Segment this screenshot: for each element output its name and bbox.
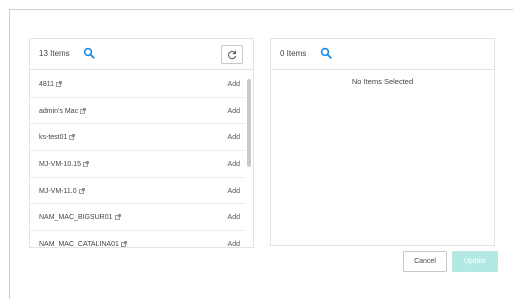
external-link-icon[interactable] — [78, 187, 85, 194]
list-item: NAM_MAC_BIGSUR01 Add — [30, 204, 245, 232]
cancel-button[interactable]: Cancel — [403, 251, 447, 272]
refresh-button[interactable] — [221, 45, 243, 64]
add-button[interactable]: Add — [228, 241, 240, 247]
available-items-count: 13 Items — [39, 49, 70, 58]
external-link-icon[interactable] — [114, 214, 121, 221]
add-button[interactable]: Add — [228, 188, 240, 195]
item-name: admin's Mac — [39, 108, 86, 115]
list-item: MJ-VM-11.0 Add — [30, 178, 245, 205]
item-name: 4811 — [39, 81, 62, 88]
search-icon[interactable] — [83, 47, 95, 59]
selected-items-header: 0 Items — [271, 39, 494, 70]
available-items-header: 13 Items — [30, 39, 253, 70]
external-link-icon[interactable] — [56, 81, 62, 87]
scrollbar-thumb[interactable] — [247, 79, 251, 167]
external-link-icon[interactable] — [69, 134, 76, 141]
item-name-text: MJ-VM-11.0 — [39, 187, 77, 195]
item-name-text: NAM_MAC_CATALINA01 — [39, 241, 119, 248]
item-name-text: 4811 — [39, 81, 55, 88]
add-button[interactable]: Add — [228, 214, 240, 221]
item-name: ks-test01 — [39, 134, 76, 142]
add-button[interactable]: Add — [228, 81, 240, 88]
item-name: MJ-VM-11.0 — [39, 188, 85, 195]
search-icon[interactable] — [320, 47, 332, 59]
item-name-text: admin's Mac — [39, 107, 79, 115]
refresh-icon — [228, 50, 237, 59]
available-items-panel: 13 Items 4811 Add admin's Mac Add ks-test01 A… — [29, 38, 254, 248]
item-name-text: MJ-VM-10.15 — [39, 161, 82, 169]
add-button[interactable]: Add — [228, 161, 240, 168]
update-button[interactable]: Update — [452, 251, 498, 272]
list-item: admin's Mac Add — [30, 98, 245, 125]
add-button[interactable]: Add — [228, 134, 240, 141]
list-item: MJ-VM-10.15 Add — [30, 151, 245, 178]
available-items-list: 4811 Add admin's Mac Add ks-test01 Add MJ-VM-1… — [30, 71, 245, 248]
empty-state-text: No Items Selected — [351, 77, 414, 86]
list-item: NAM_MAC_CATALINA01 Add — [30, 231, 245, 248]
item-name-text: ks-test01 — [39, 134, 68, 142]
add-button[interactable]: Add — [228, 108, 240, 115]
item-name: NAM_MAC_BIGSUR01 — [39, 214, 121, 221]
selected-items-count: 0 Items — [280, 49, 307, 58]
selected-items-panel: 0 Items No Items Selected — [270, 38, 495, 246]
list-item: 4811 Add — [30, 71, 245, 98]
item-name: NAM_MAC_CATALINA01 — [39, 241, 127, 248]
item-name-text: NAM_MAC_BIGSUR01 — [39, 214, 113, 222]
item-name: MJ-VM-10.15 — [39, 161, 89, 168]
external-link-icon[interactable] — [80, 107, 86, 114]
external-link-icon[interactable] — [83, 161, 89, 167]
list-item: ks-test01 Add — [30, 124, 245, 152]
external-link-icon[interactable] — [121, 241, 127, 247]
